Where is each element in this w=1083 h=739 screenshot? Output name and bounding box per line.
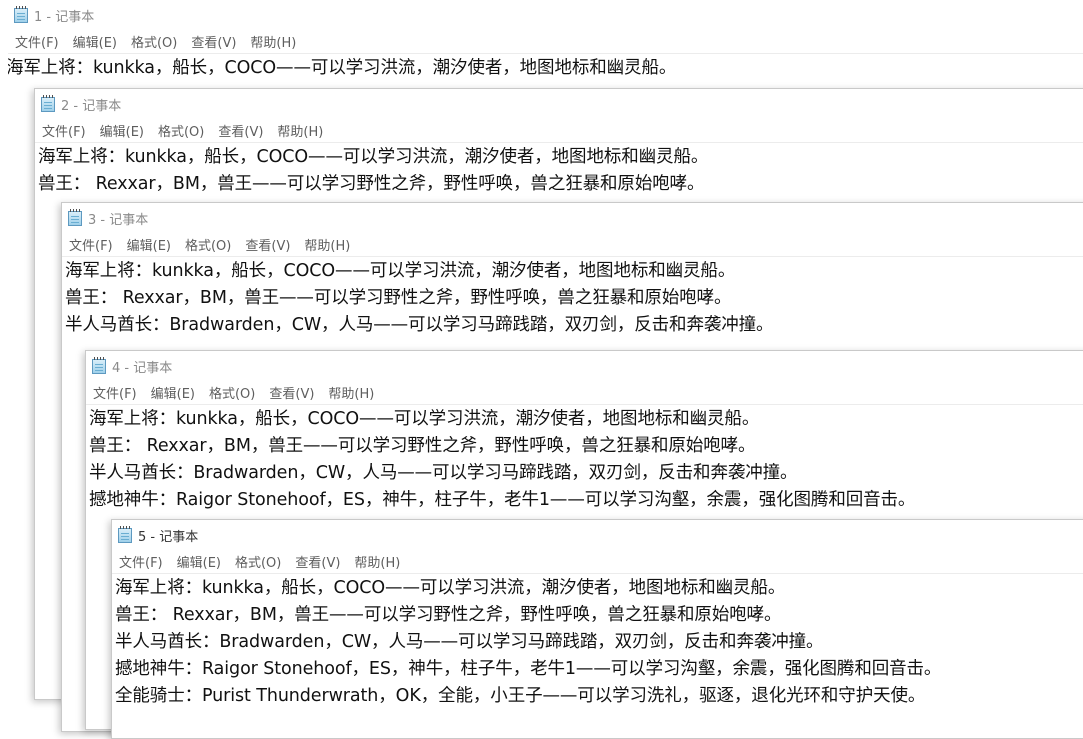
- window-title: 1 - 记事本: [34, 9, 95, 25]
- notepad-icon: [41, 94, 55, 112]
- text-line: 海军上将：kunkka，船长，COCO——可以学习洪流，潮汐使者，地图地标和幽灵…: [115, 578, 786, 598]
- menu-format[interactable]: 格式(O): [234, 550, 288, 573]
- text-line: 半人马酋长：Bradwarden，CW，人马——可以学习马蹄践踏，双刃剑，反击和…: [65, 315, 774, 335]
- menu-view[interactable]: 查看(V): [268, 381, 321, 404]
- menu-edit[interactable]: 编辑(E): [72, 30, 124, 53]
- title-bar[interactable]: 2 - 记事本: [35, 89, 1083, 119]
- notepad-icon: [118, 525, 132, 543]
- text-line: 海军上将：kunkka，船长，COCO——可以学习洪流，潮汐使者，地图地标和幽灵…: [8, 58, 677, 78]
- menu-format[interactable]: 格式(O): [184, 233, 238, 256]
- menu-file[interactable]: 文件(F): [118, 550, 170, 573]
- menu-view[interactable]: 查看(V): [244, 233, 297, 256]
- menu-bar: 文件(F) 编辑(E) 格式(O) 查看(V) 帮助(H): [35, 119, 1083, 143]
- menu-help[interactable]: 帮助(H): [353, 550, 407, 573]
- text-line: 半人马酋长：Bradwarden，CW，人马——可以学习马蹄践踏，双刃剑，反击和…: [115, 632, 824, 652]
- menu-format[interactable]: 格式(O): [157, 119, 211, 142]
- text-line: 半人马酋长：Bradwarden，CW，人马——可以学习马蹄践踏，双刃剑，反击和…: [89, 463, 798, 483]
- text-line: 兽王： Rexxar，BM，兽王——可以学习野性之斧，野性呼唤，兽之狂暴和原始咆…: [65, 288, 732, 308]
- title-bar[interactable]: 3 - 记事本: [62, 203, 1083, 233]
- window-title: 5 - 记事本: [138, 529, 199, 545]
- menu-file[interactable]: 文件(F): [68, 233, 120, 256]
- menu-help[interactable]: 帮助(H): [249, 30, 303, 53]
- menu-bar: 文件(F) 编辑(E) 格式(O) 查看(V) 帮助(H): [8, 30, 1083, 54]
- window-title: 2 - 记事本: [61, 98, 122, 114]
- menu-help[interactable]: 帮助(H): [327, 381, 381, 404]
- menu-bar: 文件(F) 编辑(E) 格式(O) 查看(V) 帮助(H): [62, 233, 1083, 257]
- menu-bar: 文件(F) 编辑(E) 格式(O) 查看(V) 帮助(H): [86, 381, 1083, 405]
- notepad-icon: [14, 5, 28, 23]
- menu-file[interactable]: 文件(F): [41, 119, 93, 142]
- text-line: 海军上将：kunkka，船长，COCO——可以学习洪流，潮汐使者，地图地标和幽灵…: [65, 261, 736, 281]
- menu-edit[interactable]: 编辑(E): [99, 119, 151, 142]
- menu-format[interactable]: 格式(O): [208, 381, 262, 404]
- text-line: 兽王： Rexxar，BM，兽王——可以学习野性之斧，野性呼唤，兽之狂暴和原始咆…: [38, 174, 705, 194]
- menu-view[interactable]: 查看(V): [190, 30, 243, 53]
- window-title: 4 - 记事本: [112, 360, 173, 376]
- text-line: 兽王： Rexxar，BM，兽王——可以学习野性之斧，野性呼唤，兽之狂暴和原始咆…: [89, 436, 756, 456]
- title-bar[interactable]: 4 - 记事本: [86, 351, 1083, 381]
- menu-file[interactable]: 文件(F): [14, 30, 66, 53]
- menu-edit[interactable]: 编辑(E): [176, 550, 228, 573]
- menu-edit[interactable]: 编辑(E): [150, 381, 202, 404]
- text-line: 撼地神牛：Raigor Stonehoof，ES，神牛，柱子牛，老牛1——可以学…: [115, 659, 942, 679]
- notepad-icon: [92, 356, 106, 374]
- title-bar[interactable]: 1 - 记事本: [8, 0, 1083, 30]
- text-editor[interactable]: 海军上将：kunkka，船长，COCO——可以学习洪流，潮汐使者，地图地标和幽灵…: [115, 575, 1083, 738]
- text-line: 全能骑士：Purist Thunderwrath，OK，全能，小王子——可以学习…: [115, 686, 926, 706]
- notepad-icon: [68, 208, 82, 226]
- menu-view[interactable]: 查看(V): [217, 119, 270, 142]
- menu-help[interactable]: 帮助(H): [276, 119, 330, 142]
- text-line: 海军上将：kunkka，船长，COCO——可以学习洪流，潮汐使者，地图地标和幽灵…: [89, 409, 760, 429]
- menu-view[interactable]: 查看(V): [294, 550, 347, 573]
- menu-format[interactable]: 格式(O): [130, 30, 184, 53]
- menu-file[interactable]: 文件(F): [92, 381, 144, 404]
- menu-edit[interactable]: 编辑(E): [126, 233, 178, 256]
- menu-help[interactable]: 帮助(H): [303, 233, 357, 256]
- notepad-window-5[interactable]: 5 - 记事本 文件(F) 编辑(E) 格式(O) 查看(V) 帮助(H) 海军…: [111, 519, 1083, 739]
- title-bar[interactable]: 5 - 记事本: [112, 520, 1083, 550]
- text-line: 撼地神牛：Raigor Stonehoof，ES，神牛，柱子牛，老牛1——可以学…: [89, 490, 916, 510]
- text-line: 海军上将：kunkka，船长，COCO——可以学习洪流，潮汐使者，地图地标和幽灵…: [38, 147, 709, 167]
- menu-bar: 文件(F) 编辑(E) 格式(O) 查看(V) 帮助(H): [112, 550, 1083, 574]
- text-line: 兽王： Rexxar，BM，兽王——可以学习野性之斧，野性呼唤，兽之狂暴和原始咆…: [115, 605, 782, 625]
- window-title: 3 - 记事本: [88, 212, 149, 228]
